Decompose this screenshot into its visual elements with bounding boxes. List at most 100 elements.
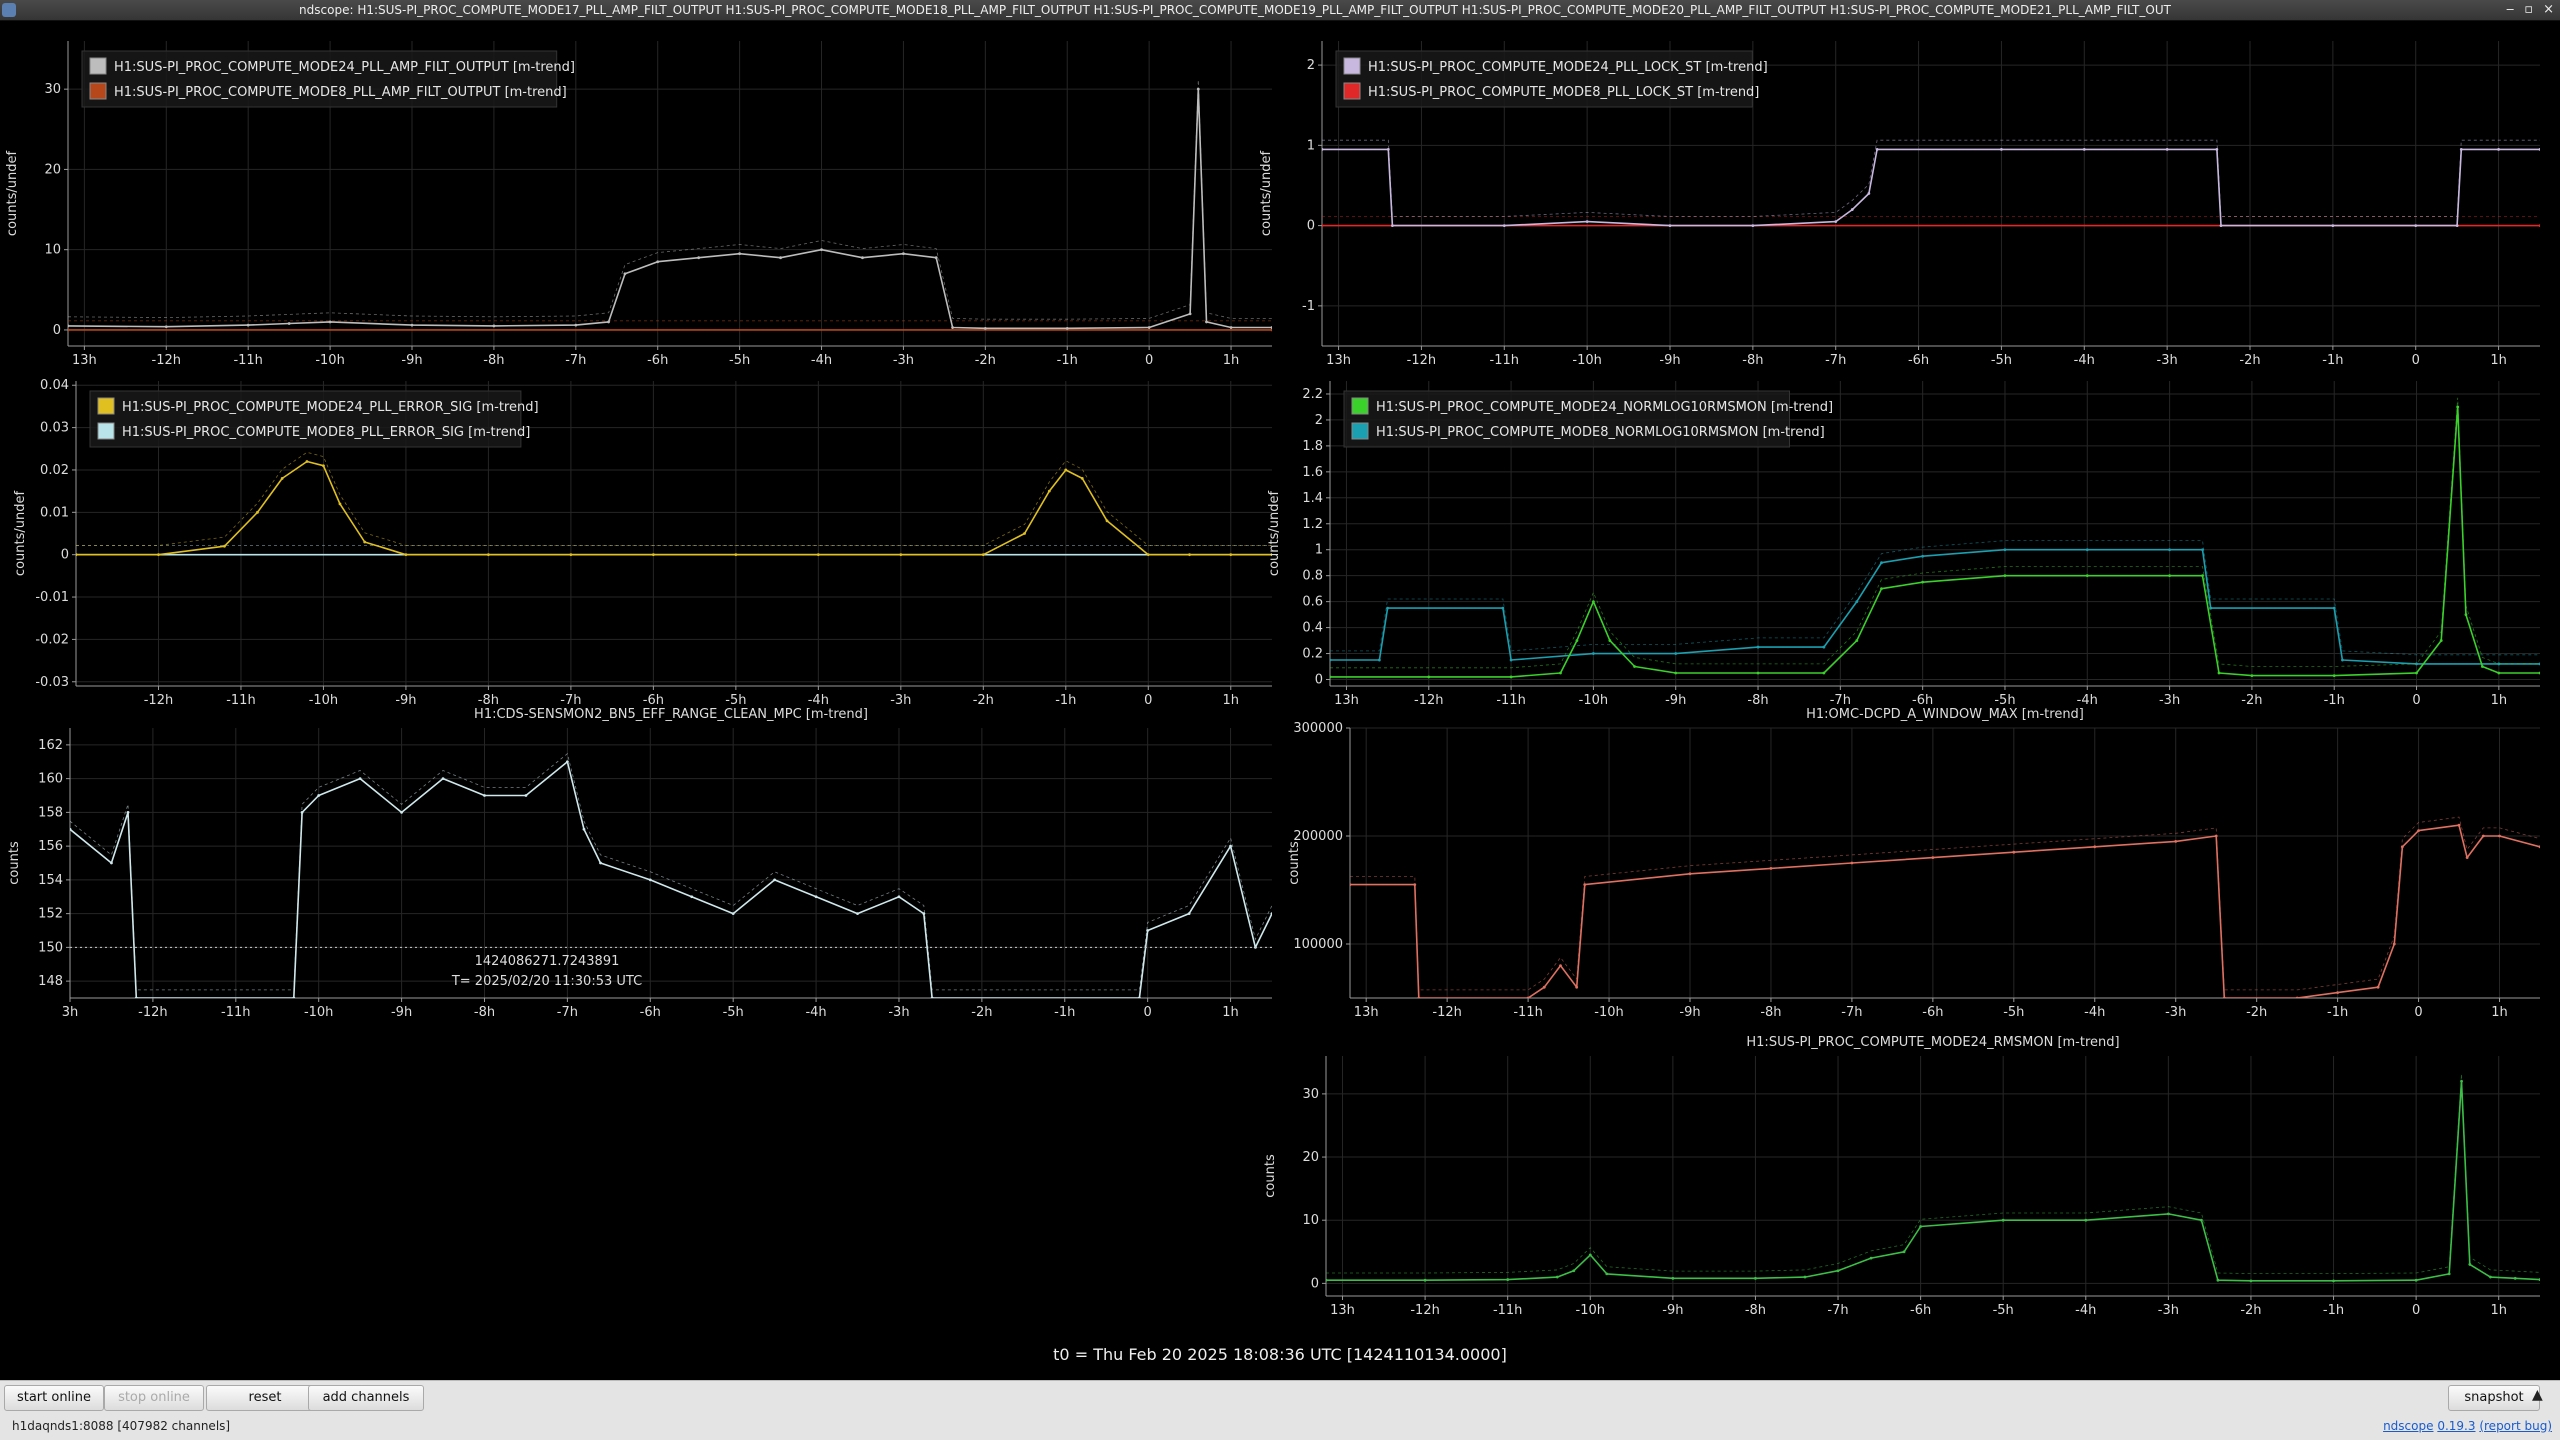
data-point (1850, 861, 1854, 865)
window-controls: ‒ ▫ × (2506, 0, 2554, 20)
x-tick-label: -8h (474, 1005, 495, 1020)
data-point (2217, 671, 2221, 675)
x-tick-label: -11h (226, 693, 255, 708)
data-point (2000, 147, 2003, 151)
data-point (899, 553, 903, 557)
data-point (656, 260, 660, 264)
data-point (1869, 1256, 1873, 1260)
x-tick-label: -3h (890, 693, 911, 708)
x-tick-label: -10h (309, 693, 338, 708)
x-tick-label: -12h (1414, 693, 1443, 708)
y-tick-label: 154 (38, 873, 63, 888)
data-point (1506, 1278, 1510, 1281)
data-point (2341, 658, 2344, 662)
data-point (1080, 477, 1084, 480)
maximize-icon[interactable]: ▫ (2524, 0, 2533, 20)
data-point (2538, 147, 2540, 151)
version-info: ndscope 0.19.3 (report bug) (2383, 1414, 2552, 1438)
legend-swatch (97, 422, 115, 440)
data-point (2480, 665, 2484, 668)
data-point (1769, 867, 1773, 870)
y-tick-label: -0.02 (35, 632, 69, 647)
minimize-icon[interactable]: ‒ (2506, 0, 2514, 20)
data-point (1822, 671, 1826, 675)
data-point (280, 477, 284, 480)
data-point (2084, 1218, 2088, 1222)
x-tick-label: -4h (808, 693, 829, 708)
data-point (338, 502, 342, 506)
x-tick-label: -3h (2157, 353, 2178, 368)
data-point (922, 912, 926, 916)
data-point (256, 510, 259, 514)
x-tick-label: 1h (1222, 1005, 1239, 1020)
y-axis-label: counts/undef (1259, 151, 1274, 237)
y-tick-label: -0.01 (35, 590, 69, 605)
data-point (287, 322, 291, 325)
x-tick-label: -7h (1827, 1303, 1848, 1318)
x-tick-label: -8h (1745, 1303, 1766, 1318)
data-point (1588, 1253, 1592, 1257)
x-tick-label: -11h (1490, 353, 1519, 368)
x-tick-label: -5h (1993, 1303, 2014, 1318)
x-tick-label: -11h (1493, 1303, 1522, 1318)
data-point (2216, 1278, 2220, 1282)
data-point (2464, 613, 2468, 617)
snapshot-button[interactable]: snapshot (2448, 1385, 2540, 1411)
x-tick-label: -3h (2158, 1303, 2179, 1318)
legend-label: H1:SUS-PI_PROC_COMPUTE_MODE8_PLL_LOCK_ST… (1368, 85, 1759, 100)
data-point (2250, 674, 2254, 678)
x-tick-label: 1h (2491, 1005, 2508, 1020)
x-tick-label: 0 (1145, 353, 1153, 368)
stop-online-button[interactable]: stop online (104, 1385, 204, 1411)
close-icon[interactable]: × (2543, 0, 2554, 20)
start-online-button[interactable]: start online (4, 1385, 104, 1411)
x-tick-label: -8h (1760, 1005, 1781, 1020)
data-point (1855, 639, 1859, 642)
report-bug-link[interactable]: (report bug) (2479, 1419, 2552, 1433)
x-tick-label: -12h (1432, 1005, 1461, 1020)
data-point (2332, 674, 2336, 678)
data-point (731, 912, 735, 916)
y-axis-label: counts/undef (1267, 491, 1282, 577)
data-point (2460, 1079, 2463, 1083)
y-axis-label: counts/undef (5, 151, 20, 237)
y-tick-label: 0.02 (40, 463, 69, 478)
x-tick-label: -9h (1662, 1303, 1683, 1318)
legend-label: H1:SUS-PI_PROC_COMPUTE_MODE24_PLL_AMP_FI… (114, 60, 575, 75)
data-point (2200, 1218, 2203, 1222)
data-point (2295, 996, 2299, 998)
reset-button[interactable]: reset (206, 1385, 324, 1411)
data-point (1502, 224, 1506, 228)
plot-area[interactable]: 13h -12h -11h -10h -9h -8h -7h -6h -5h -4h -3h -2h -… (0, 21, 2560, 1378)
y-tick-label: 0.4 (1302, 621, 1323, 636)
data-point (400, 810, 403, 814)
chart-p7: 13h -12h -11h -10h -9h -8h -7h -6h -5h -4h -3h -2h -… (1263, 1035, 2540, 1318)
data-point (2166, 1212, 2170, 1216)
x-tick-label: 0 (2412, 1303, 2420, 1318)
add-channels-button[interactable]: add channels (308, 1385, 424, 1411)
y-tick-label: 0.03 (40, 421, 69, 436)
chart-p2: 13h -12h -11h -10h -9h -8h -7h -6h -5h -4h -3h -2h -… (1259, 41, 2540, 368)
data-point (2376, 985, 2380, 989)
x-tick-label: -4h (2074, 353, 2095, 368)
x-tick-label: 0 (1144, 693, 1152, 708)
data-point (2201, 548, 2204, 552)
y-tick-label: 2.2 (1302, 387, 1323, 402)
data-point (524, 794, 528, 797)
version-link[interactable]: 0.19.3 (2437, 1419, 2475, 1433)
x-tick-label: -2h (971, 1005, 992, 1020)
plot-canvas[interactable]: 13h -12h -11h -10h -9h -8h -7h -6h -5h -4h -3h -2h -… (0, 21, 2560, 1378)
x-tick-label: 0 (2412, 353, 2420, 368)
series-group (1322, 139, 2540, 228)
x-tick-label: -10h (315, 353, 344, 368)
caret-up-icon[interactable]: ▲ (2532, 1387, 2543, 1403)
data-point (2538, 224, 2540, 228)
data-point (1674, 652, 1678, 655)
x-tick-label: -2h (2240, 1303, 2261, 1318)
data-point (2415, 671, 2418, 675)
y-tick-label: -0.03 (35, 675, 69, 690)
data-point (410, 323, 414, 327)
app-name-link[interactable]: ndscope (2383, 1419, 2433, 1433)
data-point (1105, 519, 1109, 523)
data-point (1270, 326, 1272, 329)
